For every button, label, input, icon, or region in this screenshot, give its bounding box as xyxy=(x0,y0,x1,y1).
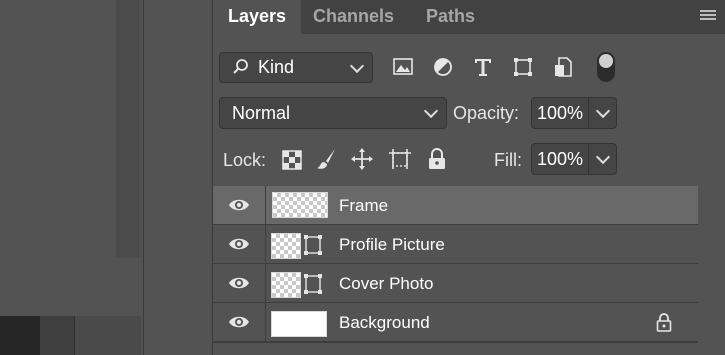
chevron-down-icon[interactable] xyxy=(595,103,611,119)
chevron-down-icon[interactable] xyxy=(595,149,611,165)
opacity-label: Opacity: xyxy=(453,103,520,123)
filter-kind-dropdown[interactable]: Kind xyxy=(219,52,373,83)
divider xyxy=(588,144,589,174)
tab-layers[interactable]: Layers xyxy=(213,0,301,34)
divider xyxy=(213,342,698,343)
tab-channels[interactable]: Channels xyxy=(313,0,394,34)
layer-name[interactable]: Background xyxy=(339,313,430,333)
layers-panel: Layers Channels Paths Kind Normal Opacit… xyxy=(212,0,725,355)
lock-transparent-pixels-icon[interactable] xyxy=(280,147,304,171)
lock-image-pixels-icon[interactable] xyxy=(315,147,339,171)
layer-name[interactable]: Frame xyxy=(339,196,388,216)
smart-object-filter-icon[interactable] xyxy=(551,56,575,78)
visibility-toggle[interactable] xyxy=(213,303,266,341)
layer-name[interactable]: Cover Photo xyxy=(339,274,434,294)
eye-icon xyxy=(229,316,249,328)
fill-value[interactable]: 100% xyxy=(537,149,583,170)
eye-icon xyxy=(229,238,249,250)
blend-mode-value: Normal xyxy=(232,103,291,123)
lock-label: Lock: xyxy=(223,150,267,170)
filter-kind-label: Kind xyxy=(258,57,295,77)
smart-object-frame-icon xyxy=(302,233,324,257)
layer-list: Frame Profile Picture Cover Photo Backgr… xyxy=(213,186,698,342)
layer-row-profile-picture[interactable]: Profile Picture xyxy=(213,225,698,264)
status-bar-segment xyxy=(40,316,74,355)
visibility-toggle[interactable] xyxy=(213,225,266,263)
visibility-toggle[interactable] xyxy=(213,186,266,224)
layer-row-background[interactable]: Background xyxy=(213,303,698,342)
pixel-layer-filter-icon[interactable] xyxy=(391,56,415,78)
layer-thumbnail xyxy=(271,233,301,259)
layer-thumbnail xyxy=(271,311,327,337)
toggle-knob xyxy=(599,54,613,68)
fill-field[interactable]: 100% xyxy=(531,143,617,175)
opacity-field[interactable]: 100% xyxy=(531,97,617,129)
eye-icon xyxy=(229,199,249,211)
shape-layer-filter-icon[interactable] xyxy=(511,56,535,78)
type-layer-filter-icon[interactable] xyxy=(471,56,495,78)
lock-icon[interactable] xyxy=(656,312,672,332)
layer-thumbnail xyxy=(272,192,328,218)
chevron-down-icon xyxy=(423,103,439,119)
fill-label: Fill: xyxy=(494,150,522,170)
layer-row-cover-photo[interactable]: Cover Photo xyxy=(213,264,698,303)
visibility-toggle[interactable] xyxy=(213,264,266,302)
lock-artboard-icon[interactable] xyxy=(388,147,412,171)
status-bar-segment-2 xyxy=(74,316,141,355)
filter-toggle-switch[interactable] xyxy=(597,52,615,82)
canvas-area xyxy=(0,0,143,355)
search-icon xyxy=(232,58,250,81)
smart-object-frame-icon xyxy=(302,272,324,296)
blend-mode-dropdown[interactable]: Normal xyxy=(219,97,447,129)
eye-icon xyxy=(229,277,249,289)
status-bar-left xyxy=(0,316,40,355)
tab-paths[interactable]: Paths xyxy=(426,0,475,34)
lock-all-icon[interactable] xyxy=(425,147,449,171)
chevron-down-icon xyxy=(349,58,365,74)
layer-row-frame[interactable]: Frame xyxy=(213,186,698,225)
lock-position-icon[interactable] xyxy=(350,147,374,171)
panel-dock-gutter xyxy=(143,0,214,355)
canvas-scrollbar[interactable] xyxy=(116,0,140,258)
layer-name[interactable]: Profile Picture xyxy=(339,235,445,255)
adjustment-layer-filter-icon[interactable] xyxy=(431,56,455,78)
layer-thumbnail xyxy=(271,272,301,298)
divider xyxy=(588,98,589,128)
opacity-value[interactable]: 100% xyxy=(537,103,583,124)
panel-tab-bar: Layers Channels Paths xyxy=(213,0,725,34)
panel-menu-icon[interactable] xyxy=(700,10,716,22)
